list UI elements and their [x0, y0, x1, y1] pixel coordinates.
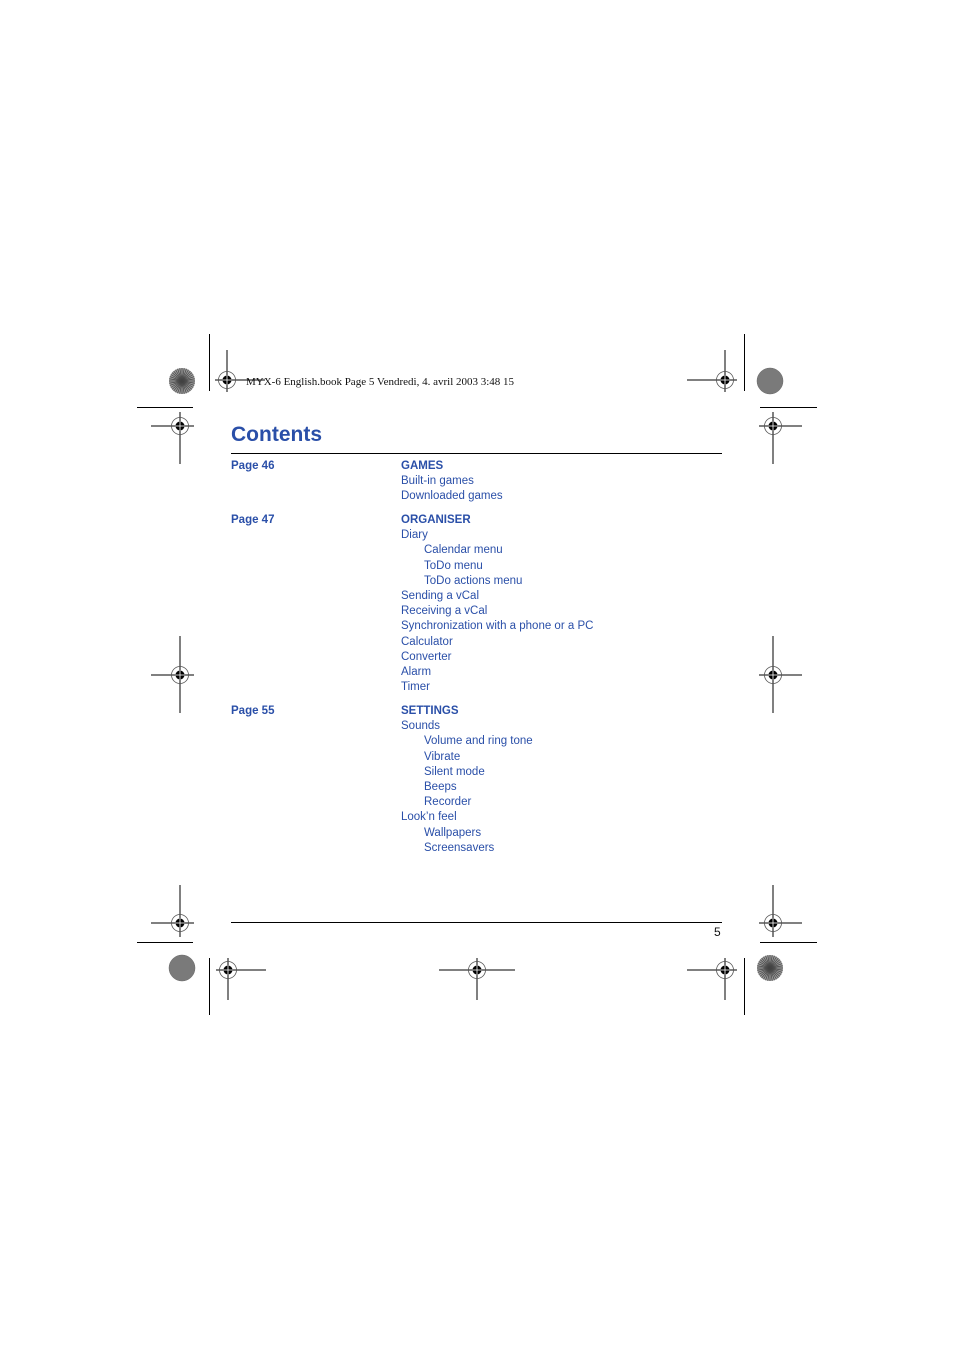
toc-entry[interactable]: Alarm	[401, 666, 431, 678]
toc-entry[interactable]: Calculator	[401, 636, 453, 648]
toc-entry[interactable]: Screensavers	[424, 842, 494, 854]
toc-entry[interactable]: ToDo actions menu	[424, 575, 522, 587]
toc-entry[interactable]: Timer	[401, 681, 430, 693]
toc-entry[interactable]: Converter	[401, 651, 452, 663]
print-slug: MYX-6 English.book Page 5 Vendredi, 4. a…	[246, 376, 515, 388]
footer-rule	[231, 922, 722, 923]
section-heading[interactable]: SETTINGS	[401, 705, 459, 717]
crop-line	[760, 407, 817, 408]
color-bar-starburst-icon	[757, 955, 783, 981]
page-number: 5	[714, 925, 721, 939]
color-bar-starburst-icon	[169, 368, 195, 394]
toc-entry[interactable]: Synchronization with a phone or a PC	[401, 620, 593, 632]
toc-entry[interactable]: Volume and ring tone	[424, 735, 533, 747]
crop-line	[744, 958, 745, 1015]
crop-line	[760, 942, 817, 943]
toc-entry[interactable]: Silent mode	[424, 766, 485, 778]
section-heading[interactable]: ORGANISER	[401, 514, 471, 526]
toc-entry[interactable]: Beeps	[424, 781, 457, 793]
registration-crosshair-icon	[439, 958, 515, 1000]
toc-entry[interactable]: Calendar menu	[424, 544, 503, 556]
registration-crosshair-icon	[687, 350, 737, 392]
registration-crosshair-icon	[151, 412, 194, 464]
toc-entry[interactable]: Downloaded games	[401, 490, 503, 502]
toc-entry[interactable]: Diary	[401, 529, 428, 541]
section-page-ref[interactable]: Page 46	[231, 460, 274, 472]
registration-crosshair-icon	[687, 958, 737, 1000]
toc-entry[interactable]: ToDo menu	[424, 560, 483, 572]
grey-patch-icon	[168, 954, 196, 982]
toc-entry[interactable]: Vibrate	[424, 751, 460, 763]
section-heading[interactable]: GAMES	[401, 460, 443, 472]
crop-line	[744, 334, 745, 391]
registration-crosshair-icon	[151, 885, 194, 937]
toc-entry[interactable]: Receiving a vCal	[401, 605, 487, 617]
crop-line	[137, 942, 193, 943]
registration-crosshair-icon	[215, 350, 265, 392]
registration-crosshair-icon	[759, 885, 802, 937]
grey-patch-icon	[756, 367, 784, 395]
registration-crosshair-icon	[151, 636, 194, 713]
toc-entry[interactable]: Built-in games	[401, 475, 474, 487]
registration-crosshair-icon	[759, 636, 802, 713]
crop-line	[209, 958, 210, 1015]
toc-entry[interactable]: Sounds	[401, 720, 440, 732]
toc-entry[interactable]: Wallpapers	[424, 827, 481, 839]
title-rule	[231, 453, 722, 454]
crop-line	[209, 334, 210, 391]
registration-crosshair-icon	[216, 958, 266, 1000]
page-title: Contents	[231, 423, 322, 446]
registration-crosshair-icon	[759, 412, 802, 464]
section-page-ref[interactable]: Page 55	[231, 705, 274, 717]
toc-entry[interactable]: Look’n feel	[401, 811, 457, 823]
section-page-ref[interactable]: Page 47	[231, 514, 274, 526]
toc-entry[interactable]: Sending a vCal	[401, 590, 479, 602]
crop-line	[137, 407, 193, 408]
toc-entry[interactable]: Recorder	[424, 796, 471, 808]
